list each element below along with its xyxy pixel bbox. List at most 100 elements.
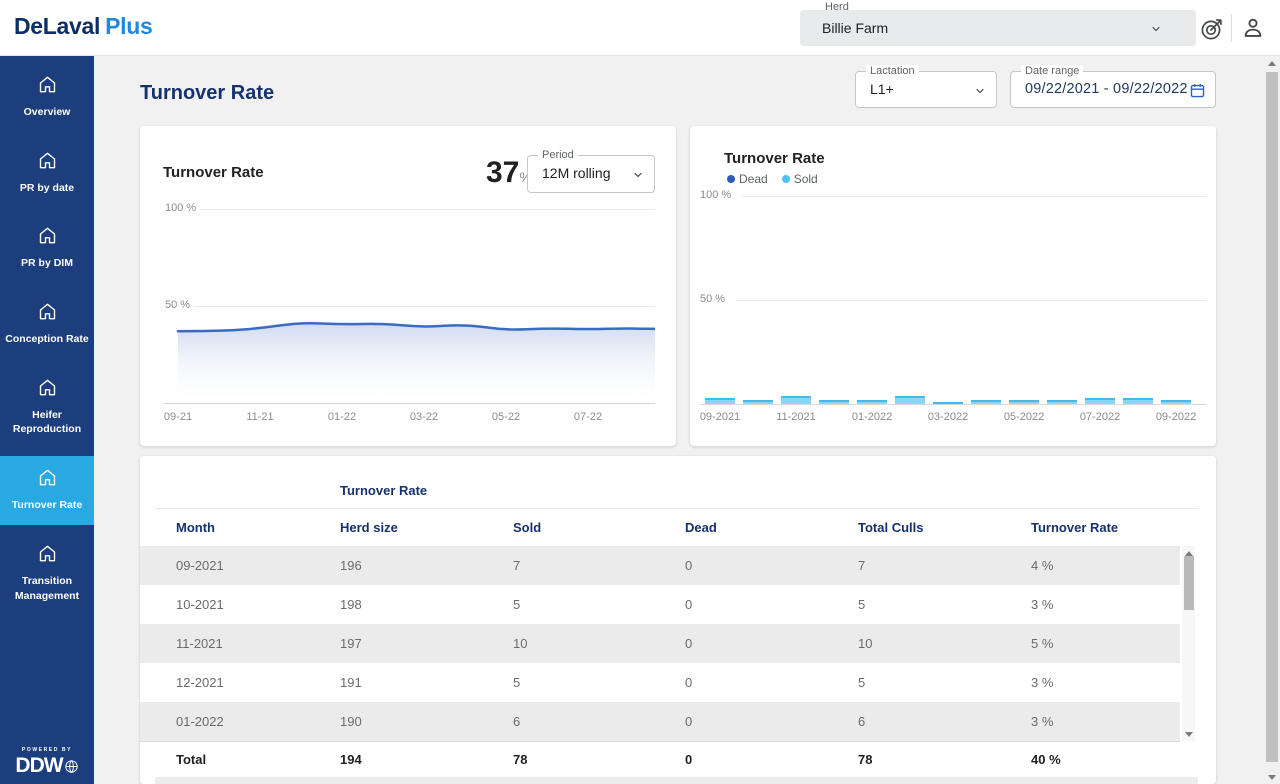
table-cell: 5: [513, 597, 685, 612]
x-axis-line: [700, 404, 1206, 405]
table-cell: 5: [858, 597, 1031, 612]
bar-03-2022: [933, 402, 963, 404]
sidebar-item-turnover-rate[interactable]: Turnover Rate: [0, 456, 94, 525]
table-total-row: Total1947807840 %: [140, 741, 1180, 777]
globe-icon: [64, 759, 79, 774]
scroll-down-button[interactable]: [1182, 728, 1195, 740]
table-cell: 198: [340, 597, 513, 612]
table-cell: 0: [685, 636, 858, 651]
bar-09-2022: [1161, 400, 1191, 404]
sidebar-item-label: PR by DIM: [21, 256, 73, 271]
table-row-10-2021: 10-20211985053 %: [140, 585, 1180, 624]
sidebar-item-label: Transition Management: [3, 574, 91, 603]
ddw-logo: POWERED BY DDW: [0, 747, 94, 778]
x-tick-label: 07-22: [574, 411, 602, 423]
sidebar-item-label: Turnover Rate: [12, 498, 82, 513]
line-card-title: Turnover Rate: [163, 164, 264, 181]
table-cell: 10: [513, 636, 685, 651]
table-cell: 190: [340, 714, 513, 729]
goals-target-icon[interactable]: [1199, 15, 1226, 47]
turnover-bar-card: Turnover Rate DeadSold 100 % 50 % 09-202…: [690, 126, 1216, 446]
x-tick-label: 03-2022: [928, 411, 968, 423]
bar-01-2022: [857, 400, 887, 404]
lactation-label: Lactation: [866, 65, 919, 77]
sidebar-item-overview[interactable]: Overview: [0, 63, 94, 132]
table-cell: 11-2021: [176, 636, 340, 651]
home-icon: [37, 377, 58, 403]
lactation-select[interactable]: Lactation L1+: [855, 71, 997, 108]
table-scrollbar[interactable]: [1182, 546, 1195, 741]
sidebar-item-pr-by-date[interactable]: PR by date: [0, 139, 94, 208]
bar-10-2021: [743, 400, 773, 404]
table-cell: 196: [340, 558, 513, 573]
legend-item-sold[interactable]: Sold: [782, 172, 818, 186]
x-tick-label: 11-21: [246, 411, 273, 423]
table-row-12-2021: 12-20211915053 %: [140, 663, 1180, 702]
sidebar-item-heifer-reproduction[interactable]: Heifer Reproduction: [0, 366, 94, 449]
home-icon: [37, 543, 58, 569]
x-tick-label: 01-22: [328, 411, 356, 423]
table-cell: 3 %: [1031, 675, 1180, 690]
x-tick-label: 09-2022: [1156, 411, 1196, 423]
line-chart: [165, 209, 655, 404]
page-scrollbar[interactable]: [1264, 56, 1280, 784]
sidebar-item-conception-rate[interactable]: Conception Rate: [0, 290, 94, 359]
total-cell: 0: [685, 752, 858, 767]
legend-item-dead[interactable]: Dead: [727, 172, 768, 186]
table-cell: 3 %: [1031, 714, 1180, 729]
bar-04-2022: [971, 400, 1001, 404]
bar-12-2021: [819, 400, 849, 404]
calendar-icon[interactable]: [1189, 82, 1206, 104]
bar-11-2021: [781, 396, 811, 404]
table-cell: 10: [858, 636, 1031, 651]
table-cell: 0: [685, 675, 858, 690]
turnover-table-card: Turnover Rate MonthHerd sizeSoldDeadTota…: [140, 456, 1216, 784]
table-cell: 3 %: [1031, 597, 1180, 612]
x-tick-label: 01-2022: [852, 411, 892, 423]
legend-label: Dead: [739, 172, 768, 186]
ddw-brand: DDW: [15, 754, 62, 777]
date-range-picker[interactable]: Date range 09/22/2021 - 09/22/2022: [1010, 71, 1216, 108]
scroll-down-button[interactable]: [1264, 771, 1280, 783]
page-title: Turnover Rate: [140, 82, 274, 105]
table-cell: 7: [513, 558, 685, 573]
table-cell: 7: [858, 558, 1031, 573]
legend-label: Sold: [794, 172, 818, 186]
sidebar-item-pr-by-dim[interactable]: PR by DIM: [0, 214, 94, 283]
table-cell: 0: [685, 714, 858, 729]
logo-delaval: DeLaval: [14, 13, 100, 39]
sidebar-item-transition-management[interactable]: Transition Management: [0, 532, 94, 615]
sidebar-item-label: Conception Rate: [5, 332, 88, 347]
total-cell: 78: [513, 752, 685, 767]
top-bar: DeLavalPlus Herd Billie Farm: [0, 0, 1280, 56]
table-row-09-2021: 09-20211967074 %: [140, 546, 1180, 585]
period-value: 12M rolling: [542, 165, 610, 181]
column-header-total-culls: Total Culls: [858, 520, 1031, 535]
kpi-value: 37: [486, 156, 519, 189]
total-cell: Total: [176, 752, 340, 767]
header-divider: [1231, 14, 1232, 42]
table-title: Turnover Rate: [340, 483, 427, 498]
bar-02-2022: [895, 396, 925, 404]
turnover-line-card: Turnover Rate 37% Period 12M rolling 100…: [140, 126, 676, 446]
column-header-turnover-rate: Turnover Rate: [1031, 520, 1180, 535]
total-cell: 40 %: [1031, 752, 1180, 767]
herd-select[interactable]: Billie Farm: [800, 10, 1196, 46]
sidebar-item-label: PR by date: [20, 181, 74, 196]
bar-plot: [700, 196, 1206, 404]
table-header-row: MonthHerd sizeSoldDeadTotal CullsTurnove…: [140, 509, 1180, 546]
bar-07-2022: [1085, 398, 1115, 404]
column-header-sold: Sold: [513, 520, 685, 535]
bar-card-title: Turnover Rate: [724, 150, 825, 167]
table-cell: 01-2022: [176, 714, 340, 729]
scrollbar-thumb[interactable]: [1266, 72, 1278, 762]
account-icon[interactable]: [1240, 15, 1266, 46]
sidebar-item-label: Overview: [24, 105, 71, 120]
table-cell: 0: [685, 558, 858, 573]
x-tick-label: 11-2021: [776, 411, 816, 423]
scrollbar-thumb[interactable]: [1184, 556, 1194, 610]
scroll-up-button[interactable]: [1264, 57, 1280, 69]
table-cell: 5 %: [1031, 636, 1180, 651]
lactation-value: L1+: [870, 81, 894, 97]
period-select[interactable]: Period 12M rolling: [527, 155, 655, 193]
